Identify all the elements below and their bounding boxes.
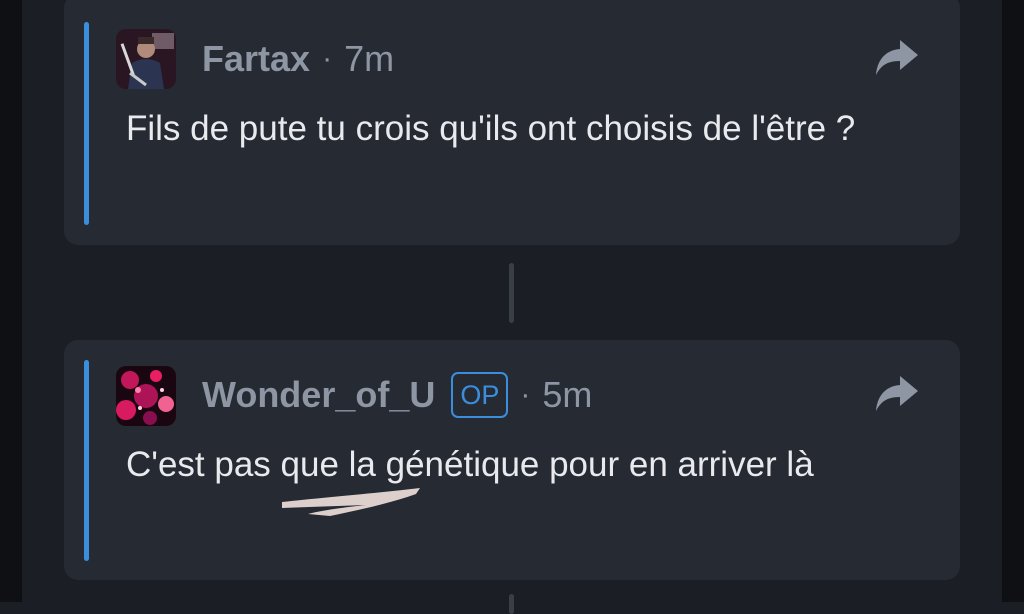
screen: Fartax · 7m Fils de pute tu crois qu'ils… <box>0 0 1024 614</box>
op-badge: OP <box>451 372 509 418</box>
timestamp: 5m <box>542 374 593 415</box>
timestamp: 7m <box>344 38 395 79</box>
comment-header: Wonder_of_U OP · 5m <box>202 370 592 420</box>
comment-text: Fils de pute tu crois qu'ils ont choisis… <box>126 109 856 148</box>
thread-connector <box>509 263 514 323</box>
thread-connector <box>509 594 514 614</box>
share-button[interactable] <box>874 374 920 414</box>
comment-card[interactable]: Fartax · 7m Fils de pute tu crois qu'ils… <box>64 0 960 245</box>
meta-separator: · <box>520 378 531 411</box>
share-button[interactable] <box>874 38 920 78</box>
user-avatar-image <box>116 29 176 89</box>
meta-separator: · <box>322 42 333 75</box>
user-avatar-image <box>116 366 176 426</box>
comment-card[interactable]: Wonder_of_U OP · 5m C'est pas que la gén… <box>64 340 960 580</box>
avatar[interactable] <box>116 366 176 426</box>
comment-text: C'est pas que la génétique pour en arriv… <box>126 445 814 484</box>
share-icon <box>876 40 918 75</box>
thread-accent-bar <box>84 22 89 225</box>
avatar[interactable] <box>116 29 176 89</box>
username-link[interactable]: Wonder_of_U <box>202 374 435 416</box>
comment-header: Fartax · 7m <box>202 34 394 84</box>
hand-drawn-underline <box>282 488 420 516</box>
share-icon <box>876 376 918 411</box>
comment-thread: Fartax · 7m Fils de pute tu crois qu'ils… <box>22 0 1002 614</box>
thread-accent-bar <box>84 360 89 561</box>
username-link[interactable]: Fartax <box>202 38 310 80</box>
